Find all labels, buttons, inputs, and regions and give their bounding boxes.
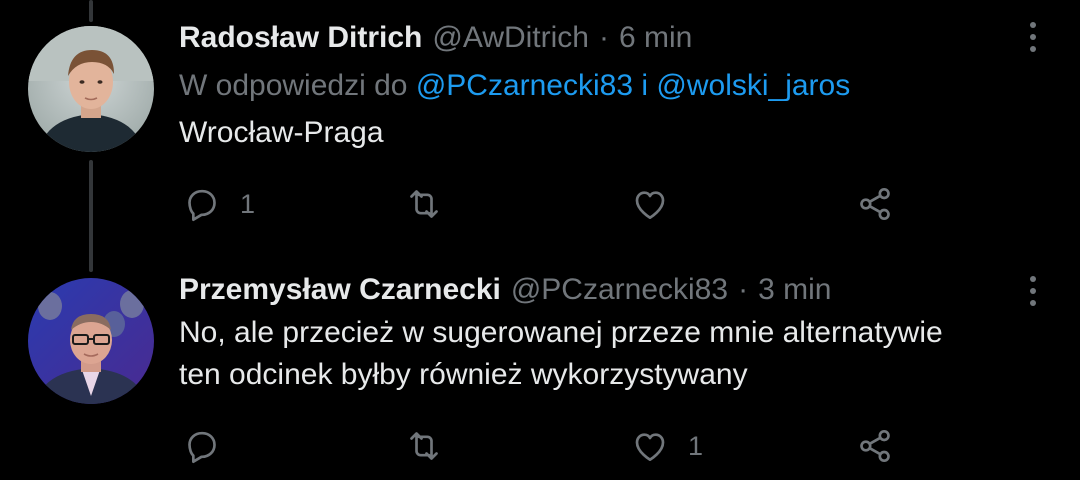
reply-icon [188,431,216,463]
timestamp[interactable]: 3 min [758,270,831,310]
tweet-text: Wrocław-Praga [179,112,1020,154]
reply-joiner: i [641,69,649,102]
share-button[interactable] [855,424,895,468]
tweet-text: No, ale przecież w sugerowanej przeze mn… [179,312,1020,396]
share-icon [860,188,890,221]
timestamp[interactable]: 6 min [619,18,692,58]
tweet-text-line: No, ale przecież w sugerowanej przeze mn… [179,316,943,349]
author-handle[interactable]: @PCzarnecki83 [511,270,728,310]
heart-icon [635,433,665,461]
profile-photo-icon [28,278,154,404]
retweet-button[interactable] [404,182,462,226]
like-button[interactable] [630,182,688,226]
avatar[interactable] [28,278,154,404]
reply-prefix: W odpowiedzi do [179,69,408,102]
tweet-2[interactable]: Przemysław Czarnecki @PCzarnecki83 · 3 m… [0,250,1080,480]
separator-dot: · [738,273,749,306]
tweet-text-line: Wrocław-Praga [179,116,384,149]
reply-icon [188,189,216,221]
reply-button[interactable] [182,424,240,468]
retweet-icon [410,432,438,460]
retweet-button[interactable] [404,424,462,468]
mention-link-1[interactable]: @PCzarnecki83 [416,69,633,102]
share-icon [860,430,890,463]
tweet-header: Przemysław Czarnecki @PCzarnecki83 · 3 m… [179,270,1020,310]
tweet-content: Radosław Ditrich @AwDitrich · 6 min W od… [179,18,1020,154]
author-name[interactable]: Radosław Ditrich [179,18,422,58]
separator-dot: · [598,21,609,54]
reply-context: W odpowiedzi do @PCzarnecki83 i @wolski_… [179,66,1020,106]
tweet-header: Radosław Ditrich @AwDitrich · 6 min [179,18,1020,58]
like-count: 1 [688,430,704,461]
tweet-actions: 1 [180,182,900,226]
tweet-actions: 1 [180,424,900,468]
reply-button[interactable]: 1 [182,182,255,226]
author-handle[interactable]: @AwDitrich [432,18,589,58]
reply-count: 1 [240,188,256,219]
more-options-icon[interactable] [1026,22,1040,52]
author-name[interactable]: Przemysław Czarnecki [179,270,501,310]
share-button[interactable] [855,182,895,226]
heart-icon [635,191,665,219]
tweet-feed: Radosław Ditrich @AwDitrich · 6 min W od… [0,0,1080,480]
tweet-content: Przemysław Czarnecki @PCzarnecki83 · 3 m… [179,270,1020,396]
avatar[interactable] [28,26,154,152]
like-button[interactable]: 1 [630,424,703,468]
mention-link-2[interactable]: @wolski_jaros [656,69,850,102]
more-options-icon[interactable] [1026,276,1040,306]
profile-photo-icon [28,26,154,152]
tweet-text-line: ten odcinek byłby również wykorzystywany [179,358,748,391]
tweet-1[interactable]: Radosław Ditrich @AwDitrich · 6 min W od… [0,0,1080,250]
retweet-icon [410,190,438,218]
